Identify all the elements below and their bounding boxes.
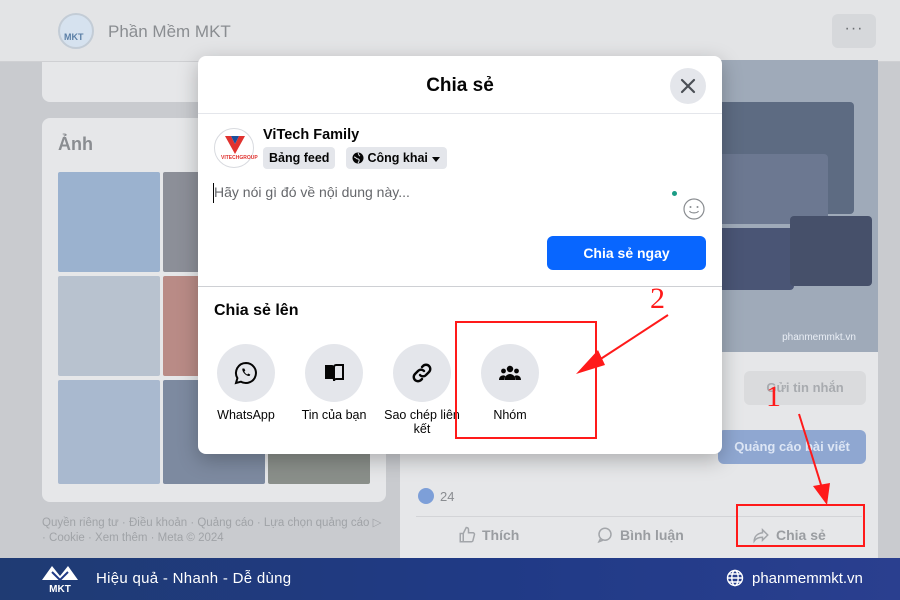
banner-website[interactable]: phanmemmkt.vn — [752, 570, 863, 587]
arrow-2-head — [576, 350, 605, 374]
banner-tagline: Hiệu quả - Nhanh - Dễ dùng — [96, 570, 292, 587]
arrow-2-shaft — [595, 314, 669, 363]
mkt-logo-icon: MKT — [42, 566, 78, 595]
logo-text: MKT — [49, 584, 71, 595]
annotation-arrows — [576, 314, 830, 505]
arrow-1-shaft — [798, 413, 823, 489]
arrow-1-head — [813, 483, 830, 505]
globe-icon — [726, 569, 744, 587]
brand-banner: MKT Hiệu quả - Nhanh - Dễ dùng phanmemmk… — [0, 558, 900, 600]
